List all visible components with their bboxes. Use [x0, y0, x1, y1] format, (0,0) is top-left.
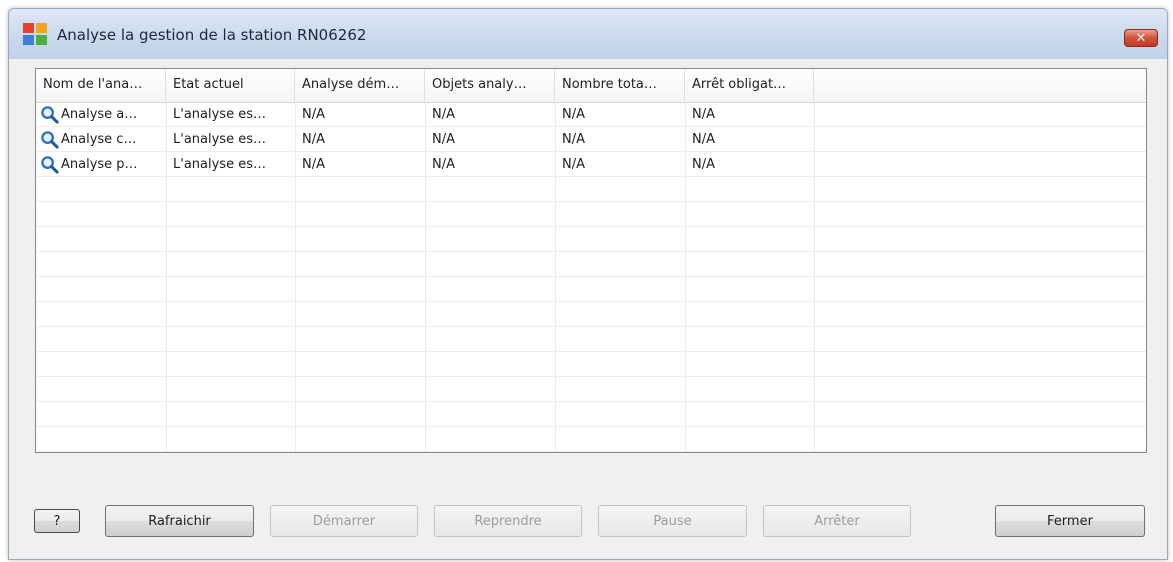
empty-row	[36, 227, 1146, 252]
empty-row	[36, 352, 1146, 377]
dialog-window: Analyse la gestion de la station RN06262…	[8, 8, 1168, 560]
pause-button[interactable]: Pause	[598, 505, 747, 537]
table-cell: N/A	[432, 157, 455, 172]
table-cell: L'analyse es…	[173, 107, 266, 122]
table-cell: N/A	[432, 132, 455, 147]
table-cell: L'analyse es…	[173, 157, 266, 172]
column-header-status[interactable]: Etat actuel	[166, 69, 295, 102]
column-header-total-count[interactable]: Nombre tota…	[555, 69, 685, 102]
stop-button[interactable]: Arrêter	[763, 505, 911, 537]
column-header-scan-started[interactable]: Analyse dém…	[295, 69, 425, 102]
empty-row	[36, 402, 1146, 427]
table-cell: N/A	[562, 132, 585, 147]
empty-row	[36, 202, 1146, 227]
table-cell: Analyse p…	[36, 152, 166, 177]
scan-name: Analyse a…	[61, 107, 138, 122]
window-title: Analyse la gestion de la station RN06262	[57, 26, 367, 44]
table-cell: N/A	[692, 157, 715, 172]
table-cell: N/A	[692, 132, 715, 147]
start-button[interactable]: Démarrer	[270, 505, 418, 537]
empty-row	[36, 302, 1146, 327]
scan-name: Analyse c…	[61, 132, 137, 147]
empty-row	[36, 177, 1146, 202]
resume-button[interactable]: Reprendre	[434, 505, 582, 537]
column-header-forced-stop[interactable]: Arrêt obligat…	[685, 69, 814, 102]
close-button[interactable]: Fermer	[995, 505, 1145, 537]
column-header-name[interactable]: Nom de l'ana…	[36, 69, 166, 102]
title-bar[interactable]: Analyse la gestion de la station RN06262…	[9, 9, 1167, 59]
table-cell: N/A	[562, 107, 585, 122]
search-icon	[41, 106, 59, 124]
empty-row	[36, 427, 1146, 452]
table-cell: Analyse a…	[36, 102, 166, 127]
close-icon: ✕	[1135, 31, 1147, 46]
column-header-filler	[816, 69, 1146, 102]
table-cell: L'analyse es…	[173, 132, 266, 147]
empty-row	[36, 277, 1146, 302]
table-cell: N/A	[302, 132, 325, 147]
table-cell: N/A	[302, 107, 325, 122]
table-cell: N/A	[302, 157, 325, 172]
column-header-scanned-objects[interactable]: Objets analy…	[425, 69, 555, 102]
search-icon	[41, 131, 59, 149]
empty-row	[36, 252, 1146, 277]
help-button[interactable]: ?	[34, 509, 80, 533]
refresh-button[interactable]: Rafraichir	[105, 505, 254, 537]
window-close-button[interactable]: ✕	[1124, 29, 1158, 47]
table-row[interactable]: Analyse c… L'analyse es… N/A N/A N/A N/A	[36, 127, 1146, 152]
scan-name: Analyse p…	[61, 157, 138, 172]
table-row[interactable]: Analyse a… L'analyse es… N/A N/A N/A N/A	[36, 102, 1146, 127]
avg-logo-icon	[23, 23, 47, 45]
search-icon	[41, 156, 59, 174]
table-cell: N/A	[692, 107, 715, 122]
table-row[interactable]: Analyse p… L'analyse es… N/A N/A N/A N/A	[36, 152, 1146, 177]
scan-list-table[interactable]: Nom de l'ana… Etat actuel Analyse dém… O…	[35, 68, 1147, 453]
table-header: Nom de l'ana… Etat actuel Analyse dém… O…	[36, 69, 1146, 103]
empty-row	[36, 377, 1146, 402]
table-cell: N/A	[432, 107, 455, 122]
table-cell: N/A	[562, 157, 585, 172]
table-cell: Analyse c…	[36, 127, 166, 152]
empty-row	[36, 327, 1146, 352]
